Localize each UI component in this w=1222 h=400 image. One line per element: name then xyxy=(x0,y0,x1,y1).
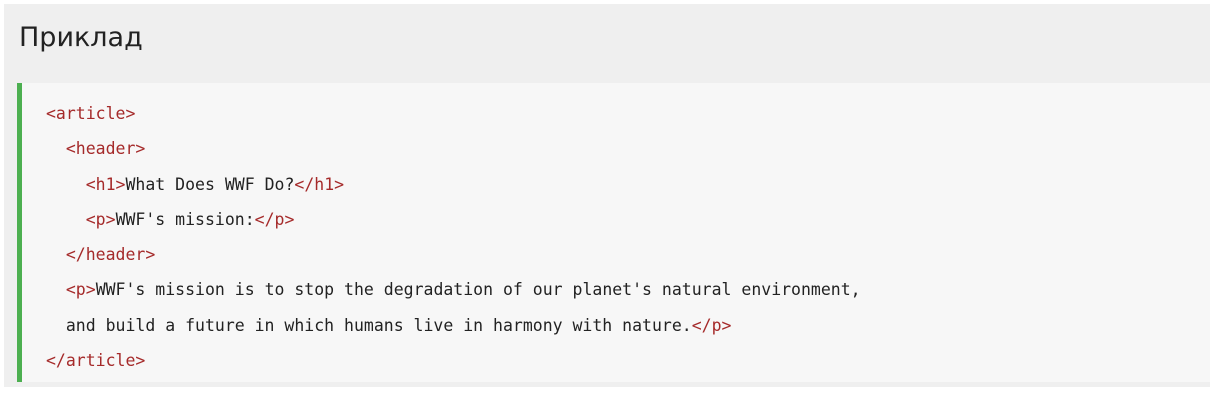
code-text: and build a future in which humans live … xyxy=(65,315,692,335)
code-panel: <article> <header> <h1>What Does WWF Do?… xyxy=(17,83,1210,382)
example-box: Приклад <article> <header> <h1>What Does… xyxy=(4,4,1210,387)
code-text: What Does WWF Do? xyxy=(125,174,295,194)
code-line: <h1>What Does WWF Do?</h1> xyxy=(46,167,861,202)
code-tag: <article> xyxy=(46,104,136,123)
code-tag: </article> xyxy=(46,351,146,371)
code-text: WWF's mission is to stop the degradation… xyxy=(95,280,861,300)
code-tag: </p> xyxy=(254,209,295,229)
code-tag: <p> xyxy=(65,280,96,300)
code-line: </header> xyxy=(46,237,861,272)
code-line: <p>WWF's mission is to stop the degradat… xyxy=(46,272,861,307)
code-tag: </header> xyxy=(65,245,156,265)
code-tag: </p> xyxy=(691,315,732,335)
code-tag: <header> xyxy=(65,139,146,159)
code-tag: </h1> xyxy=(294,174,345,194)
code-tag: <h1> xyxy=(85,174,126,194)
code-line: <p>WWF's mission:</p> xyxy=(46,202,861,237)
code-line: <header> xyxy=(46,131,861,166)
code-line: <article> xyxy=(46,96,861,131)
example-title: Приклад xyxy=(19,22,143,53)
code-line: </article> xyxy=(46,343,861,378)
code-line: and build a future in which humans live … xyxy=(46,308,861,343)
code-block: <article> <header> <h1>What Does WWF Do?… xyxy=(46,96,861,378)
code-text: WWF's mission: xyxy=(115,209,255,229)
code-tag: <p> xyxy=(85,209,116,229)
